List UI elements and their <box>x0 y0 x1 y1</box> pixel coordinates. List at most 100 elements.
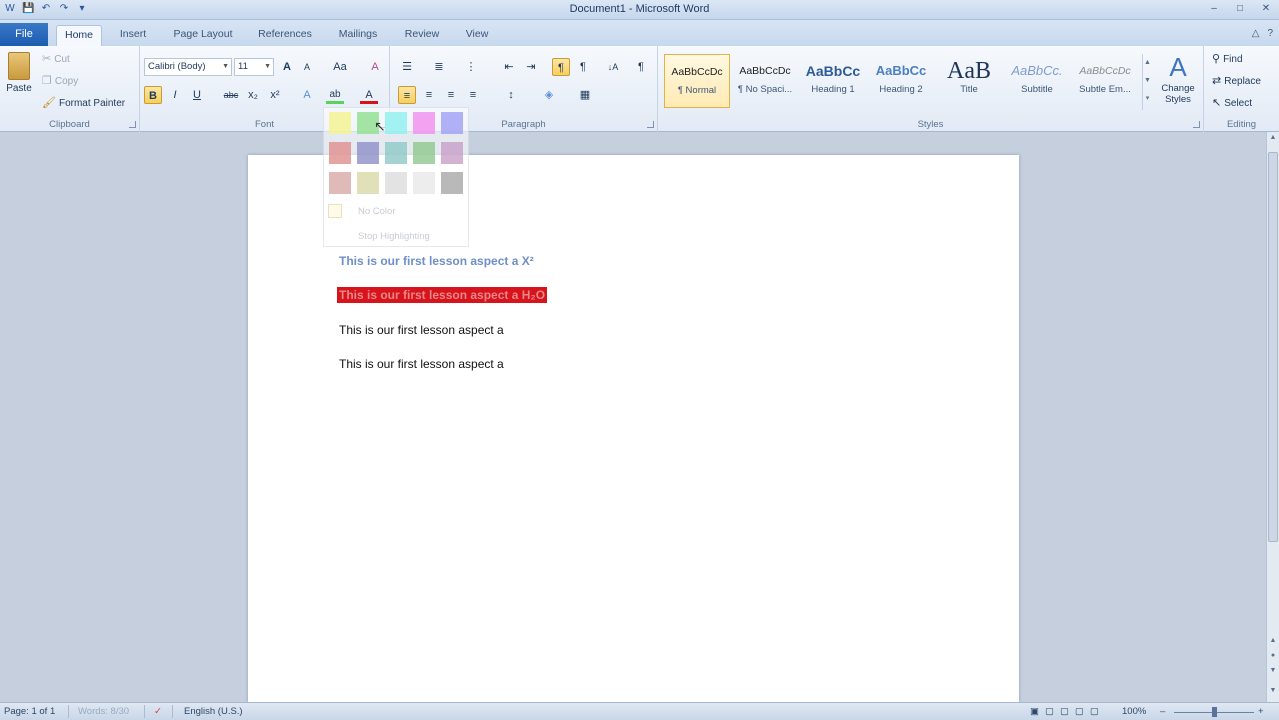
highlight-swatch[interactable] <box>413 142 435 164</box>
clipboard-launcher[interactable] <box>129 121 136 128</box>
highlight-swatch[interactable] <box>441 112 463 134</box>
proofing-icon[interactable]: ✓ <box>154 706 162 717</box>
page-count[interactable]: Page: 1 of 1 <box>4 706 55 717</box>
select-browse-object-icon[interactable]: ● <box>1267 652 1279 659</box>
zoom-out-icon[interactable]: – <box>1160 706 1165 717</box>
cut-button[interactable]: ✂ Cut <box>42 52 70 66</box>
borders-icon[interactable]: ▦ <box>576 86 594 104</box>
highlight-swatch[interactable] <box>385 142 407 164</box>
tab-references[interactable]: References <box>250 25 320 46</box>
highlight-swatch[interactable] <box>413 172 435 194</box>
select-button[interactable]: ↖ Select <box>1212 96 1252 110</box>
paste-button[interactable]: Paste <box>4 52 34 94</box>
style-title[interactable]: AaB Title <box>936 54 1002 108</box>
paragraph-4[interactable]: This is our first lesson aspect a <box>339 357 504 371</box>
numbering-icon[interactable]: ≣ <box>430 58 448 76</box>
tab-page-layout[interactable]: Page Layout <box>165 25 241 46</box>
scroll-down-icon[interactable]: ▼ <box>1267 687 1279 694</box>
scroll-thumb[interactable] <box>1268 152 1278 542</box>
minimize-button[interactable]: – <box>1201 0 1227 18</box>
highlight-swatch[interactable] <box>385 172 407 194</box>
underline-button[interactable]: U <box>188 86 206 104</box>
show-marks-icon[interactable]: ¶ <box>632 58 650 76</box>
highlight-swatch[interactable] <box>329 112 351 134</box>
rtl-text-icon[interactable]: ¶ <box>574 58 592 76</box>
grow-font-icon[interactable]: A <box>278 58 296 76</box>
tab-insert[interactable]: Insert <box>110 25 156 46</box>
tab-review[interactable]: Review <box>396 25 448 46</box>
align-right-icon[interactable]: ≡ <box>442 86 460 104</box>
text-effects-icon[interactable]: A <box>298 86 316 104</box>
italic-button[interactable]: I <box>166 86 184 104</box>
style-subtle-emphasis[interactable]: AaBbCcDc Subtle Em... <box>1072 54 1138 108</box>
zoom-slider-thumb[interactable] <box>1212 707 1217 717</box>
justify-icon[interactable]: ≡ <box>464 86 482 104</box>
next-page-icon[interactable]: ▼ <box>1267 667 1279 674</box>
tab-view[interactable]: View <box>456 25 498 46</box>
highlight-swatch[interactable] <box>385 112 407 134</box>
change-styles-icon: A <box>1169 52 1187 82</box>
zoom-in-icon[interactable]: + <box>1258 706 1264 717</box>
paragraph-launcher[interactable] <box>647 121 654 128</box>
sort-icon[interactable]: ↓A <box>604 58 622 76</box>
superscript-button[interactable]: x² <box>266 86 284 104</box>
styles-launcher[interactable] <box>1193 121 1200 128</box>
tab-home[interactable]: Home <box>56 25 102 46</box>
ltr-text-icon[interactable]: ¶ <box>552 58 570 76</box>
format-painter-button[interactable]: 🖌 Format Painter <box>42 96 125 110</box>
bullets-icon[interactable]: ☰ <box>398 58 416 76</box>
minimize-ribbon-icon[interactable]: △ <box>1252 28 1260 39</box>
highlight-swatch[interactable] <box>329 142 351 164</box>
paragraph-3[interactable]: This is our first lesson aspect a <box>339 323 504 337</box>
zoom-level[interactable]: 100% <box>1122 706 1146 717</box>
vertical-scrollbar[interactable]: ▲ ▲ ● ▼ ▼ <box>1266 132 1279 702</box>
help-icon[interactable]: ? <box>1267 28 1273 39</box>
change-styles-button[interactable]: A Change Styles <box>1156 52 1200 105</box>
style-heading-2[interactable]: AaBbCc Heading 2 <box>868 54 934 108</box>
font-color-button[interactable]: A <box>360 86 378 104</box>
styles-scroll[interactable]: ▲ ▼ ▾ <box>1142 54 1152 110</box>
highlight-color-button[interactable]: ab <box>326 86 344 104</box>
no-color-item[interactable]: No Color <box>328 204 396 218</box>
align-center-icon[interactable]: ≡ <box>420 86 438 104</box>
tab-mailings[interactable]: Mailings <box>329 25 387 46</box>
style-subtitle[interactable]: AaBbCc. Subtitle <box>1004 54 1070 108</box>
bold-button[interactable]: B <box>144 86 162 104</box>
align-left-icon[interactable]: ≡ <box>398 86 416 104</box>
view-buttons[interactable]: ▣▢▢▢▢ <box>1030 706 1105 717</box>
line-spacing-icon[interactable]: ↕ <box>502 86 520 104</box>
increase-indent-icon[interactable]: ⇥ <box>522 58 540 76</box>
subscript-button[interactable]: x₂ <box>244 86 262 104</box>
multilevel-list-icon[interactable]: ⋮ <box>462 58 480 76</box>
clear-formatting-icon[interactable]: A <box>366 58 384 76</box>
scroll-up-icon[interactable]: ▲ <box>1267 134 1279 141</box>
copy-button[interactable]: ❐ Copy <box>42 74 78 88</box>
language-indicator[interactable]: English (U.S.) <box>184 706 243 717</box>
style-heading-1[interactable]: AaBbCc Heading 1 <box>800 54 866 108</box>
tab-file[interactable]: File <box>0 23 48 46</box>
shading-icon[interactable]: ◈ <box>540 86 558 104</box>
highlight-swatch[interactable] <box>329 172 351 194</box>
font-size-select[interactable]: 11 ▼ <box>234 58 274 76</box>
highlight-swatch[interactable] <box>357 172 379 194</box>
replace-button[interactable]: ⇄ Replace <box>1212 74 1261 88</box>
word-count[interactable]: Words: 8/30 <box>78 706 129 717</box>
shrink-font-icon[interactable]: A <box>298 58 316 76</box>
highlight-swatch[interactable] <box>441 172 463 194</box>
highlight-swatch[interactable] <box>413 112 435 134</box>
strikethrough-button[interactable]: abc <box>220 86 242 104</box>
find-button[interactable]: ⚲ Find <box>1212 52 1243 66</box>
style-no-spacing[interactable]: AaBbCcDc ¶ No Spaci... <box>732 54 798 108</box>
paragraph-1[interactable]: This is our first lesson aspect a X² <box>339 254 534 268</box>
close-button[interactable]: ✕ <box>1253 0 1279 18</box>
style-normal[interactable]: AaBbCcDc ¶ Normal <box>664 54 730 108</box>
change-case-icon[interactable]: Aa <box>328 58 352 76</box>
prev-page-icon[interactable]: ▲ <box>1267 637 1279 644</box>
decrease-indent-icon[interactable]: ⇤ <box>500 58 518 76</box>
maximize-button[interactable]: □ <box>1227 0 1253 18</box>
highlight-swatch[interactable] <box>357 142 379 164</box>
highlight-swatch[interactable] <box>441 142 463 164</box>
paragraph-2-highlighted[interactable]: This is our first lesson aspect a H₂O <box>337 287 548 303</box>
font-family-select[interactable]: Calibri (Body) ▼ <box>144 58 232 76</box>
stop-highlighting-item[interactable]: Stop Highlighting <box>328 229 430 243</box>
